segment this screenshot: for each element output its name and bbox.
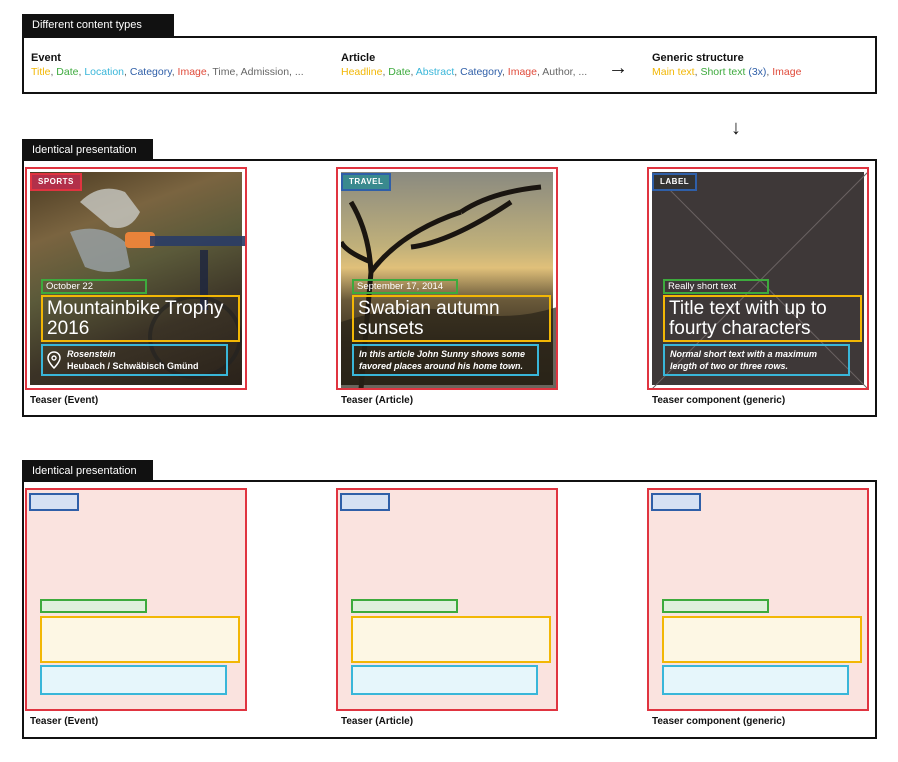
card-meta-line2: favored places around his home town. — [359, 361, 524, 371]
wireframe-label — [340, 493, 390, 511]
card-meta-line2: length of two or three rows. — [670, 361, 789, 371]
card-meta-line1: In this article John Sunny shows some — [359, 349, 526, 359]
field-title: Title — [31, 66, 51, 78]
article-heading: Article — [341, 52, 376, 64]
wireframe-meta — [351, 665, 538, 695]
teaser-generic-caption: Teaser component (generic) — [652, 395, 786, 406]
wireframe-tab: Identical presentation — [22, 460, 153, 482]
wireframe-generic-caption: Teaser component (generic) — [652, 716, 786, 727]
wireframe-date — [351, 599, 458, 613]
wireframe-label — [651, 493, 701, 511]
field-3x: (3x) — [748, 66, 767, 78]
article-fields: Headline, Date, Abstract, Category, Imag… — [341, 66, 588, 78]
presentation-tab: Identical presentation — [22, 139, 153, 161]
card-label: LABEL — [652, 173, 698, 191]
wireframe-label — [29, 493, 79, 511]
card-title: Title text with up to fourty characters — [663, 295, 862, 342]
field-author: Author, ... — [542, 66, 588, 78]
field-category: Category — [460, 66, 502, 78]
field-image: Image — [772, 66, 802, 78]
location-pin-icon — [47, 351, 61, 369]
event-heading: Event — [31, 52, 61, 64]
teaser-event-caption: Teaser (Event) — [30, 395, 99, 406]
wireframe-article-card — [336, 488, 558, 711]
field-image: Image — [507, 66, 537, 78]
wireframe-meta — [40, 665, 227, 695]
field-abstract: Abstract — [415, 66, 455, 78]
card-meta-line1: Normal short text with a maximum — [670, 349, 818, 359]
wireframe-date — [40, 599, 147, 613]
event-fields: Title, Date, Location, Category, Image, … — [31, 66, 304, 78]
field-headline: Headline — [341, 66, 383, 78]
field-admission: Admission, ... — [240, 66, 304, 78]
wireframe-date — [662, 599, 769, 613]
field-date: Date — [56, 66, 79, 78]
card-meta-line2: Heubach / Schwäbisch Gmünd — [67, 361, 199, 371]
field-date: Date — [388, 66, 411, 78]
card-label: SPORTS — [30, 173, 82, 191]
teaser-event-card[interactable]: SPORTS October 22 Mountainbike Trophy 20… — [25, 167, 247, 390]
card-date: September 17, 2014 — [352, 279, 458, 294]
card-title: Mountainbike Trophy 2016 — [41, 295, 240, 342]
wireframe-meta — [662, 665, 849, 695]
card-meta: Rosenstein Heubach / Schwäbisch Gmünd — [41, 344, 228, 376]
field-time: Time — [212, 66, 236, 78]
card-date: Really short text — [663, 279, 769, 294]
content-types-tab: Different content types — [22, 14, 174, 36]
field-location: Location — [84, 66, 125, 78]
teaser-article-caption: Teaser (Article) — [341, 395, 414, 406]
card-meta: Normal short text with a maximum length … — [663, 344, 850, 376]
wireframe-title — [662, 616, 862, 663]
generic-fields: Main text, Short text (3x), Image — [652, 66, 802, 78]
wireframe-event-card — [25, 488, 247, 711]
arrow-right-icon: → — [608, 57, 628, 79]
wireframe-generic-card — [647, 488, 869, 711]
field-category: Category — [129, 66, 172, 78]
content-types-frame — [22, 36, 877, 94]
field-short-text: Short text — [700, 66, 746, 78]
wireframe-event-caption: Teaser (Event) — [30, 716, 99, 727]
card-meta: In this article John Sunny shows some fa… — [352, 344, 539, 376]
field-image: Image — [177, 66, 207, 78]
card-meta-line1: Rosenstein — [67, 349, 116, 359]
wireframe-title — [351, 616, 551, 663]
card-date: October 22 — [41, 279, 147, 294]
generic-heading: Generic structure — [652, 52, 744, 64]
teaser-generic-card[interactable]: LABEL Really short text Title text with … — [647, 167, 869, 390]
card-label: TRAVEL — [341, 173, 392, 191]
wireframe-title — [40, 616, 240, 663]
card-title: Swabian autumn sunsets — [352, 295, 551, 342]
arrow-down-icon: ↓ — [731, 117, 741, 139]
wireframe-article-caption: Teaser (Article) — [341, 716, 414, 727]
teaser-article-card[interactable]: TRAVEL September 17, 2014 Swabian autumn… — [336, 167, 558, 390]
field-main-text: Main text — [652, 66, 695, 78]
